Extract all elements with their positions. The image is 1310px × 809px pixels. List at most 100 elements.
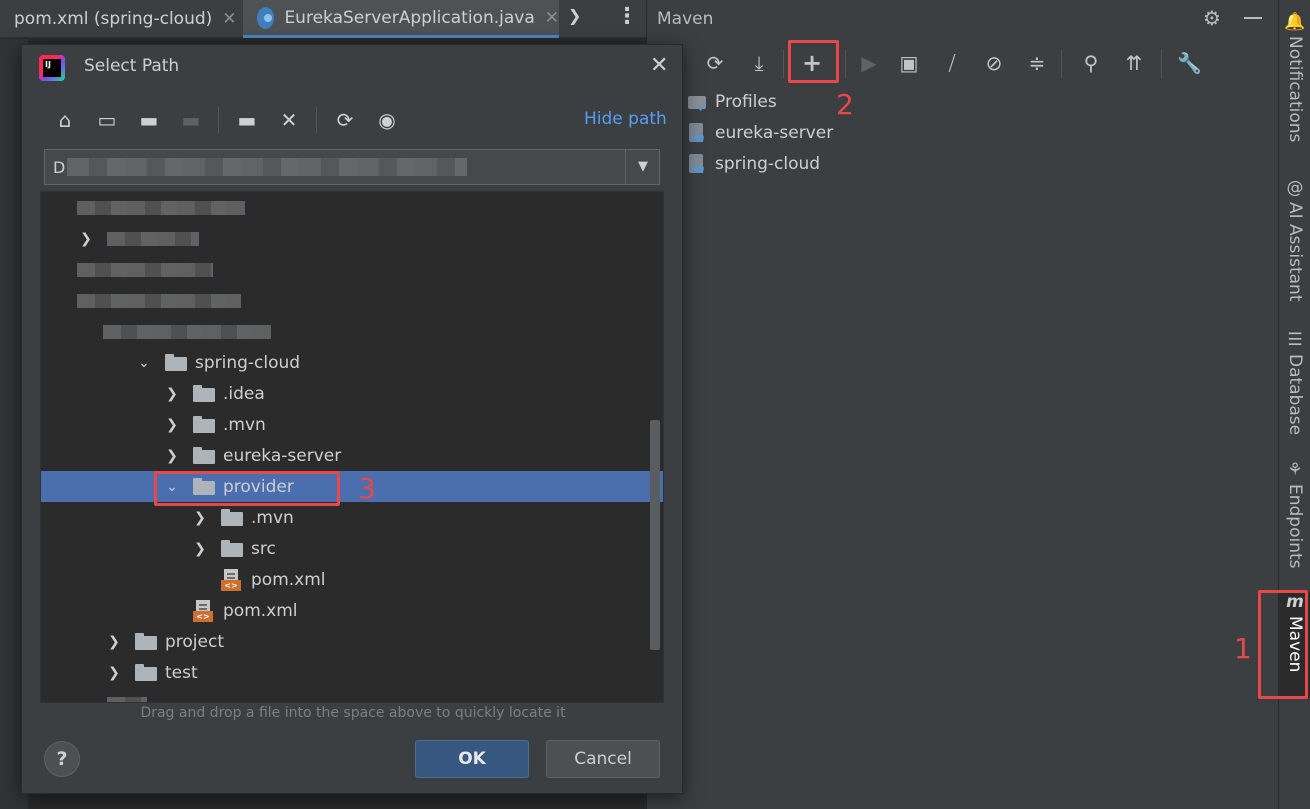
tree-row-project[interactable]: ❯ project — [41, 626, 663, 657]
home-icon[interactable]: ⌂ — [52, 107, 78, 133]
analyze-dependencies-icon[interactable]: ⚲ — [1079, 52, 1103, 74]
tree-row-idea[interactable]: ❯ .idea — [41, 378, 663, 409]
tab-pom-xml[interactable]: pom.xml (spring-cloud) ✕ — [0, 0, 242, 38]
chevron-right-icon[interactable]: ❯ — [165, 448, 179, 464]
execute-goal-icon[interactable]: ▣ — [897, 52, 921, 74]
cancel-button[interactable]: Cancel — [546, 740, 660, 778]
maven-m-icon: m — [1286, 592, 1304, 612]
select-path-dialog: IJ Select Path ✕ ⌂ ▭ ▬ ▬ ▬ ✕ ⟳ ◉ Hide pa… — [21, 44, 683, 794]
wrench-icon[interactable]: 🔧 — [1177, 52, 1202, 74]
tree-row-label: provider — [223, 476, 294, 497]
download-icon[interactable]: ⤓ — [747, 52, 771, 74]
tree-row-src[interactable]: ❯ src — [41, 533, 663, 564]
folder-icon — [193, 447, 215, 464]
path-input[interactable]: D ▼ — [44, 149, 660, 185]
file-tree[interactable]: ❯ ⌄ spring-cloud ❯ .idea ❯ .mvn ❯ eureka… — [40, 191, 664, 703]
chevron-right-icon[interactable]: ❯ — [193, 510, 207, 526]
skip-tests-icon[interactable]: ⊘ — [982, 52, 1006, 74]
tool-tab-database[interactable]: ☰ Database — [1279, 330, 1310, 435]
tree-row-blurred — [41, 254, 663, 285]
folder-icon — [165, 354, 187, 371]
endpoints-icon: ⚘ — [1287, 460, 1303, 480]
tree-row-label: eureka-server — [223, 445, 342, 466]
toggle-offline-icon[interactable]: ⧸ — [940, 52, 964, 74]
tree-row-provider-mvn[interactable]: ❯ .mvn — [41, 502, 663, 533]
desktop-icon[interactable]: ▭ — [94, 107, 120, 133]
maven-toolbar: ⟳ ⤓ + ▶ ▣ ⧸ ⊘ ≑ ⚲ ⇈ 🔧 — [647, 44, 1279, 82]
tree-row-blurred[interactable]: ❯ — [41, 223, 663, 254]
folder-icon — [135, 633, 157, 650]
toolbar-separator — [218, 107, 219, 133]
annotation-number-2: 2 — [836, 88, 854, 121]
tree-row-label: spring-cloud — [195, 352, 301, 373]
maven-tree-item-eureka-server[interactable]: m eureka-server — [687, 122, 833, 145]
tree-row-provider[interactable]: ⌄ provider — [41, 471, 663, 502]
show-hidden-icon[interactable]: ◉ — [374, 107, 400, 133]
maven-tree-item-profiles[interactable]: ✓ Profiles — [687, 91, 777, 116]
chevron-right-icon[interactable]: ❯ — [107, 634, 121, 650]
tab-eureka-server-application[interactable]: EurekaServerApplication.java ✕ — [243, 0, 559, 38]
chevron-down-icon[interactable]: ⌄ — [165, 479, 179, 495]
close-icon[interactable]: ✕ — [650, 53, 668, 78]
ok-button[interactable]: OK — [415, 740, 529, 778]
folder-icon — [193, 416, 215, 433]
maven-module-icon: m — [687, 122, 709, 145]
tree-row-provider-pom[interactable]: <> pom.xml — [41, 564, 663, 595]
tree-row-label: src — [251, 538, 276, 559]
run-icon[interactable]: ▶ — [857, 52, 881, 74]
tab-label: pom.xml (spring-cloud) — [14, 9, 213, 29]
tree-row-label: test — [165, 662, 198, 683]
toolbar-separator — [316, 107, 317, 133]
add-maven-project-button[interactable]: + — [800, 51, 824, 75]
folder-icon — [221, 509, 243, 526]
chevron-right-icon[interactable]: ❯ — [107, 665, 121, 681]
hide-path-link[interactable]: Hide path — [584, 109, 667, 129]
minimize-icon[interactable] — [1244, 17, 1262, 19]
tree-row-spring-cloud[interactable]: ⌄ spring-cloud — [41, 347, 663, 378]
chevron-right-icon[interactable]: ❯ — [165, 386, 179, 402]
tool-tab-endpoints[interactable]: ⚘ Endpoints — [1279, 460, 1310, 569]
tree-row-eureka-server[interactable]: ❯ eureka-server — [41, 440, 663, 471]
tool-tab-maven[interactable]: m Maven — [1279, 592, 1310, 698]
annotation-number-1: 1 — [1234, 632, 1252, 665]
maven-tree-item-spring-cloud[interactable]: m spring-cloud — [687, 153, 820, 176]
ai-spiral-icon: @ — [1286, 178, 1304, 198]
tool-tab-ai-assistant[interactable]: @ AI Assistant — [1279, 178, 1310, 302]
intellij-logo-icon: IJ — [39, 55, 65, 81]
reload-all-icon[interactable]: ⟳ — [703, 52, 727, 74]
chevron-down-icon[interactable]: ▼ — [625, 150, 660, 184]
annotation-number-3: 3 — [358, 472, 376, 505]
collapse-all-icon[interactable]: ≑ — [1025, 52, 1049, 74]
tree-row-test[interactable]: ❯ test — [41, 657, 663, 688]
toolbar-separator — [845, 50, 846, 78]
tree-scrollbar[interactable] — [650, 420, 660, 650]
maven-module-icon: m — [687, 153, 709, 176]
delete-icon[interactable]: ✕ — [276, 107, 302, 133]
new-folder-icon[interactable]: ▬ — [234, 107, 260, 133]
tree-row-blurred — [41, 285, 663, 316]
chevron-right-icon[interactable]: ❯ — [193, 541, 207, 557]
editor-tab-bar: pom.xml (spring-cloud) ✕ EurekaServerApp… — [0, 0, 646, 38]
drag-drop-hint: Drag and drop a file into the space abov… — [140, 705, 566, 721]
module-folder-icon[interactable]: ▬ — [178, 107, 204, 133]
refresh-icon[interactable]: ⟳ — [332, 107, 358, 133]
tree-row-label: .mvn — [251, 507, 294, 528]
blurred-path-text — [67, 158, 467, 176]
close-icon[interactable]: ✕ — [545, 8, 559, 28]
chevron-down-icon[interactable]: ⌄ — [137, 355, 151, 371]
show-dependencies-icon[interactable]: ⇈ — [1122, 52, 1146, 74]
chevron-right-icon[interactable]: ❯ — [165, 417, 179, 433]
help-button[interactable]: ? — [44, 741, 80, 777]
project-folder-icon[interactable]: ▬ — [136, 107, 162, 133]
tree-row-spring-cloud-pom[interactable]: <> pom.xml — [41, 595, 663, 626]
chevron-down-icon[interactable]: ❯ — [568, 6, 581, 25]
folder-icon — [193, 385, 215, 402]
tree-row-mvn[interactable]: ❯ .mvn — [41, 409, 663, 440]
tool-tab-notifications[interactable]: 🔔 Notifications — [1279, 12, 1310, 142]
chevron-right-icon[interactable]: ❯ — [79, 231, 93, 247]
gear-icon[interactable]: ⚙ — [1203, 6, 1221, 30]
more-vertical-icon[interactable]: ⋮ — [616, 4, 638, 29]
right-tool-strip: 🔔 Notifications @ AI Assistant ☰ Databas… — [1278, 0, 1310, 809]
tree-row-label: .idea — [223, 383, 265, 404]
close-icon[interactable]: ✕ — [222, 9, 236, 29]
